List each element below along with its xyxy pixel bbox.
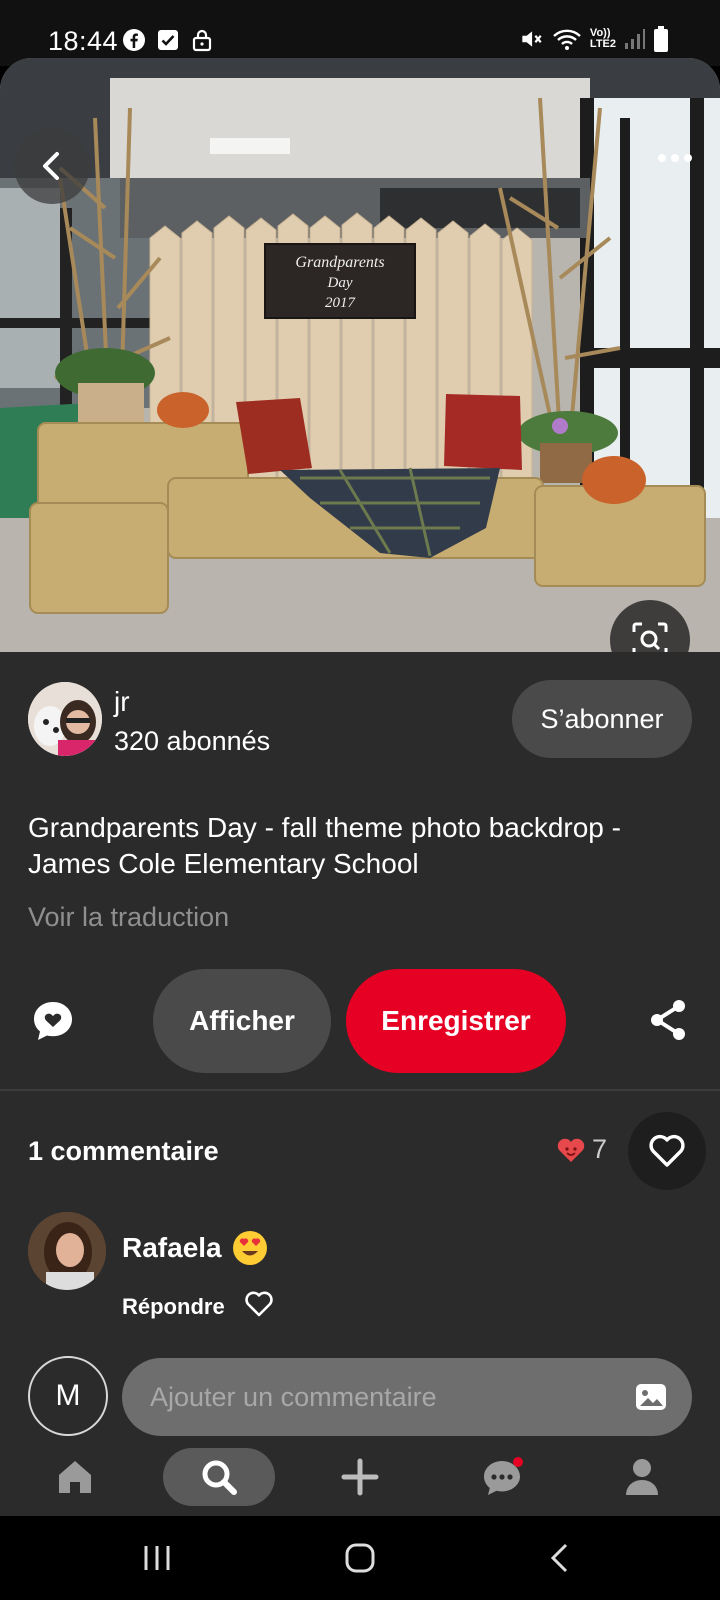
status-bar: 18:44 Vo)) LTE2 [0,0,720,66]
nav-search[interactable] [163,1448,275,1506]
comment-input-container[interactable] [122,1358,692,1436]
facebook-icon [123,29,145,51]
comment-input[interactable] [150,1358,610,1436]
battery-icon [654,26,668,52]
checkbox-icon [158,30,178,50]
mute-icon [522,31,542,47]
divider [0,1089,720,1091]
status-time: 18:44 [48,26,119,56]
current-user-avatar[interactable]: M [28,1356,108,1436]
sign-line3: 2017 [325,295,357,311]
bottom-navigation [0,1438,720,1516]
save-button[interactable]: Enregistrer [346,969,566,1073]
wifi-icon [553,29,581,50]
lens-search-icon [632,622,668,652]
back-button[interactable] [14,128,90,204]
pin-title: Grandparents Day - fall theme photo back… [28,812,621,879]
reply-link[interactable]: Répondre [122,1294,225,1320]
comment-icon[interactable] [30,998,76,1044]
home-icon [59,1461,91,1493]
chevron-left-icon [43,152,59,180]
comment-like-icon[interactable] [244,1290,274,1318]
pin-details-panel: jr 320 abonnés S’abonner Grandparents Da… [0,652,720,1438]
commenter-avatar[interactable] [28,1212,106,1290]
follow-button[interactable]: S’abonner [512,680,692,758]
recent-apps-icon[interactable] [142,1542,172,1574]
image-attach-icon[interactable] [634,1380,668,1414]
signal-icon [625,29,645,49]
profile-icon [626,1459,658,1495]
nav-messages[interactable] [480,1448,526,1506]
lte-icon: Vo)) LTE2 [589,27,616,50]
reaction-summary[interactable]: 7 [556,1134,607,1165]
nav-profile[interactable] [622,1448,662,1506]
comments-count: 1 commentaire [28,1136,219,1166]
like-button[interactable] [628,1112,706,1190]
system-back-icon[interactable] [548,1542,572,1574]
lock-icon [192,29,212,52]
heart-face-icon [557,1138,585,1162]
sign-line2: Day [327,275,353,291]
nav-create[interactable] [340,1448,380,1506]
author-avatar[interactable] [28,682,102,756]
home-button-icon[interactable] [344,1542,376,1574]
messages-icon [484,1457,523,1495]
nav-home[interactable] [52,1448,98,1506]
share-icon[interactable] [648,998,688,1042]
reaction-count: 7 [592,1134,608,1164]
system-navigation-bar [0,1516,720,1600]
author-name[interactable]: jr [114,686,130,718]
see-translation-link[interactable]: Voir la traduction [28,902,229,933]
more-options-icon[interactable] [658,154,692,162]
pin-photo: Grandparents Day 2017 [0,58,720,652]
search-icon [202,1460,237,1495]
follower-count: 320 abonnés [114,726,271,756]
heart-outline-icon [649,1134,685,1167]
pin-image[interactable]: Grandparents Day 2017 [0,58,720,652]
view-button[interactable]: Afficher [153,969,331,1073]
heart-eyes-emoji-icon [233,1231,267,1265]
sign-line1: Grandparents [295,254,384,271]
commenter-name[interactable]: Rafaela [122,1232,222,1264]
add-icon [341,1458,379,1496]
